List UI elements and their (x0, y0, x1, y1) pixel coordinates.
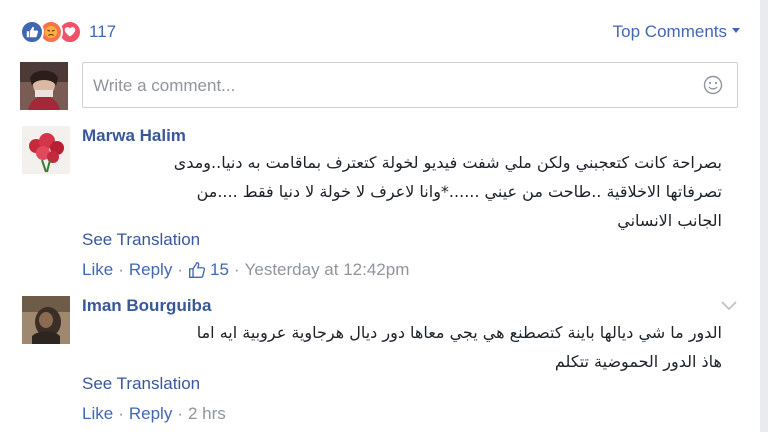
see-translation-link[interactable]: See Translation (82, 374, 200, 394)
separator: · (177, 260, 183, 279)
comment-author[interactable]: Iman Bourguiba (82, 296, 211, 316)
reactions-summary[interactable]: 117 (20, 20, 116, 44)
caret-down-icon (732, 27, 740, 33)
comment-line: تصرفاتها الاخلاقية ..طاحت من عيني ......… (196, 182, 722, 201)
thumbs-up-icon (189, 262, 206, 278)
reply-button[interactable]: Reply (129, 260, 172, 280)
see-translation-link[interactable]: See Translation (82, 230, 200, 250)
comment-item: Iman Bourguiba الدور ما شي ديالها باينة … (20, 296, 742, 432)
reactions-bar: 117 Top Comments (20, 16, 740, 48)
comment-line: بصراحة كانت كتعجبني ولكن ملي شفت فيديو ل… (173, 153, 722, 172)
comment-text: الدور ما شي ديالها باينة كتصطنع هي يجي م… (82, 318, 722, 376)
top-comments-dropdown[interactable]: Top Comments (613, 22, 740, 42)
chevron-down-icon[interactable] (720, 300, 738, 312)
separator: · (118, 260, 124, 279)
comment-timestamp[interactable]: 2 hrs (188, 404, 226, 424)
like-button[interactable]: Like (82, 260, 113, 280)
comment-item: Marwa Halim بصراحة كانت كتعجبني ولكن ملي… (20, 126, 742, 286)
emoji-icon[interactable] (703, 75, 723, 95)
reply-button[interactable]: Reply (129, 404, 172, 424)
separator: · (177, 404, 183, 423)
likes-count: 15 (210, 260, 229, 279)
avatar[interactable] (20, 62, 68, 110)
comment-line: هاذ الدور الحموضية تتكلم (554, 352, 722, 371)
comment-input-box[interactable] (82, 62, 738, 108)
comment-actions: Like · Reply · 15 · Yesterday at 12:42pm (82, 260, 409, 280)
comment-author[interactable]: Marwa Halim (82, 126, 186, 146)
comment-composer (20, 62, 742, 112)
top-comments-label: Top Comments (612, 22, 727, 41)
like-button[interactable]: Like (82, 404, 113, 424)
separator: · (233, 260, 240, 279)
separator: · (118, 404, 124, 423)
avatar[interactable] (22, 126, 70, 174)
comment-line: الدور ما شي ديالها باينة كتصطنع هي يجي م… (196, 323, 722, 342)
like-icon (20, 20, 44, 44)
reaction-count[interactable]: 117 (89, 22, 116, 42)
comment-actions: Like · Reply · 2 hrs (82, 404, 226, 424)
comment-text: بصراحة كانت كتعجبني ولكن ملي شفت فيديو ل… (82, 148, 722, 235)
comments-panel: 117 Top Comments Write a comment... Marw… (0, 0, 760, 432)
avatar[interactable] (22, 296, 70, 344)
comment-input[interactable] (91, 71, 685, 101)
comment-likes[interactable]: 15 (188, 260, 229, 280)
comment-timestamp[interactable]: Yesterday at 12:42pm (245, 260, 410, 280)
